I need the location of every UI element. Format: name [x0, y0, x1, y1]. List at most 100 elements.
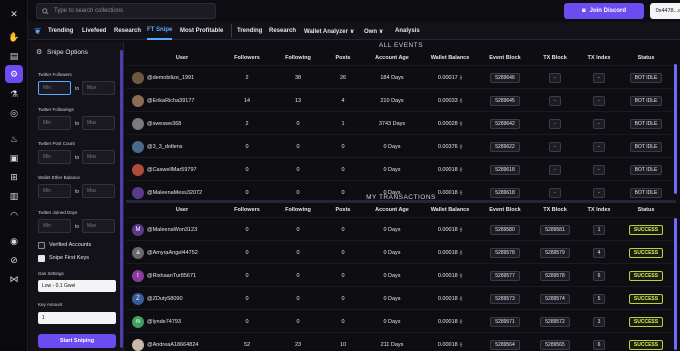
panel-scrollbar[interactable] [120, 50, 123, 348]
tx-index-chip[interactable]: 6 [593, 339, 605, 350]
block-icon[interactable]: ⊘ [6, 252, 22, 268]
event-block-chip[interactable]: 5289564 [490, 339, 520, 350]
username-link[interactable]: @ZDuty58090 [147, 296, 183, 302]
table-row[interactable]: @CaswellMar59797 0 0 0 0 Days 0.00018 ⟠ 5289618… [126, 157, 674, 180]
tab-most-profitable[interactable]: Most Profitable [180, 22, 223, 40]
avatar[interactable] [132, 94, 144, 107]
avatar[interactable]: a [132, 246, 144, 259]
avatar[interactable] [132, 338, 144, 351]
table-row[interactable]: @AndreaA18664824 52 23 10 211 Days 0.00018 ⟠ 52… [126, 332, 674, 351]
column-header-balance[interactable]: Wallet Balance [421, 203, 479, 217]
ether-balance-max-input[interactable]: Max [82, 184, 115, 198]
flask-icon[interactable]: ⚗ [6, 86, 22, 102]
tx-index-chip[interactable]: - [593, 164, 605, 175]
followers-max-input[interactable]: Max [82, 81, 115, 95]
column-header-event-block[interactable]: Event Block [479, 203, 531, 217]
followers-min-input[interactable]: Min [38, 81, 71, 95]
events-scrollbar[interactable] [674, 64, 677, 194]
table-row[interactable]: @ErikaRicha39177 14 13 4 210 Days 0.00033 ⟠ 528… [126, 88, 674, 111]
tx-block-chip[interactable]: - [549, 164, 561, 175]
tab-livefeed[interactable]: Livefeed [82, 22, 106, 40]
column-header-status[interactable]: Status [619, 203, 673, 217]
snipe-first-keys-checkbox[interactable] [38, 255, 45, 262]
post-count-min-input[interactable]: Min [38, 150, 71, 164]
column-header-user[interactable]: User [132, 203, 232, 217]
fire-icon[interactable]: ♨ [6, 131, 22, 147]
column-header-status[interactable]: Status [619, 51, 673, 65]
post-count-max-input[interactable]: Max [82, 150, 115, 164]
snipe-icon[interactable]: ⚙ [5, 65, 23, 83]
collection-icon[interactable]: ▤ [6, 48, 22, 64]
avatar[interactable] [132, 163, 144, 176]
search-input[interactable]: Type to search collections [54, 8, 123, 14]
tx-index-chip[interactable]: 5 [593, 293, 605, 304]
tx-block-chip[interactable]: 5289578 [540, 270, 570, 281]
tab-ft-snipe[interactable]: FT Snipe [147, 22, 173, 40]
globe-icon[interactable]: ◉ [6, 233, 22, 249]
avatar[interactable]: m [132, 315, 144, 328]
followings-min-input[interactable]: Min [38, 116, 71, 130]
column-header-age[interactable]: Account Age [363, 203, 421, 217]
tab-wallet-analyzer[interactable]: Wallet Analyzer ∨ [304, 22, 354, 40]
share-icon[interactable]: ⋈ [6, 271, 22, 287]
event-block-chip[interactable]: 5289622 [490, 141, 520, 152]
receipt-icon[interactable]: ▥ [6, 188, 22, 204]
search-box[interactable]: Type to search collections [36, 3, 216, 19]
username-link[interactable]: @lynde74793 [147, 319, 181, 325]
column-header-age[interactable]: Account Age [363, 51, 421, 65]
table-row[interactable]: @sweswe368 2 0 1 3743 Days 0.00028 ⟠ 5289642 - - B… [126, 111, 674, 134]
start-sniping-button[interactable]: Start Sniping [38, 334, 116, 348]
avatar[interactable] [132, 71, 144, 84]
joined-days-max-input[interactable]: Max [82, 219, 115, 233]
username-link[interactable]: @3_3_dotlens [147, 144, 183, 150]
verified-accounts-checkbox[interactable] [38, 242, 45, 249]
column-header-followers[interactable]: Followers [221, 203, 273, 217]
tx-block-chip[interactable]: - [549, 141, 561, 152]
column-header-following[interactable]: Following [273, 203, 323, 217]
tx-index-chip[interactable]: - [593, 72, 605, 83]
column-header-following[interactable]: Following [273, 51, 323, 65]
tab-research[interactable]: Research [114, 22, 141, 40]
tx-block-chip[interactable]: 5289581 [540, 224, 570, 235]
avatar[interactable] [132, 117, 144, 130]
ether-balance-min-input[interactable]: Min [38, 184, 71, 198]
transactions-scrollbar[interactable] [674, 218, 677, 350]
gas-settings-select[interactable]: Low - 0.1 Gwei [38, 280, 116, 292]
avatar[interactable]: Z [132, 292, 144, 305]
username-link[interactable]: @CaswellMar59797 [147, 167, 197, 173]
event-block-chip[interactable]: 5289571 [490, 316, 520, 327]
tx-index-chip[interactable]: - [593, 118, 605, 129]
column-header-posts[interactable]: Posts [323, 51, 363, 65]
username-link[interactable]: @MaleenaWon3123 [147, 227, 197, 233]
event-block-chip[interactable]: 5289578 [490, 247, 520, 258]
column-header-balance[interactable]: Wallet Balance [421, 51, 479, 65]
username-link[interactable]: @RishaanTur85671 [147, 273, 196, 279]
username-link[interactable]: @demobilize_1991 [147, 75, 194, 81]
column-header-tx-index[interactable]: TX Index [579, 203, 619, 217]
wallet-button[interactable]: 0x4478...d934 [650, 3, 680, 19]
table-row[interactable]: Z @ZDuty58090 0 0 0 0 Days 0.00018 ⟠ 5289573 5289… [126, 286, 674, 309]
table-row[interactable]: m @lynde74793 0 0 0 0 Days 0.00018 ⟠ 5289571 5289… [126, 309, 674, 332]
tx-index-chip[interactable]: - [593, 95, 605, 106]
event-block-chip[interactable]: 5289577 [490, 270, 520, 281]
event-block-chip[interactable]: 5289573 [490, 293, 520, 304]
tx-block-chip[interactable]: 5289572 [540, 316, 570, 327]
username-link[interactable]: @sweswe368 [147, 121, 181, 127]
column-header-posts[interactable]: Posts [323, 203, 363, 217]
tx-block-chip[interactable]: 5289579 [540, 247, 570, 258]
column-header-event-block[interactable]: Event Block [479, 51, 531, 65]
username-link[interactable]: @AndreaA18664824 [147, 342, 198, 348]
tx-block-chip[interactable]: - [549, 118, 561, 129]
table-row[interactable]: a @AmyraAngel44752 0 0 0 0 Days 0.00018 ⟠ 528957… [126, 240, 674, 263]
key-amount-input[interactable]: 1 [38, 312, 116, 324]
table-row[interactable]: t @RishaanTur85671 0 0 0 0 Days 0.00018 ⟠ 528957… [126, 263, 674, 286]
tx-block-chip[interactable]: - [549, 72, 561, 83]
column-header-tx-block[interactable]: TX Block [531, 203, 579, 217]
avatar[interactable]: M [132, 223, 144, 236]
tx-index-chip[interactable]: 4 [593, 247, 605, 258]
event-block-chip[interactable]: 5289646 [490, 72, 520, 83]
column-header-tx-index[interactable]: TX Index [579, 51, 619, 65]
username-link[interactable]: @AmyraAngel44752 [147, 250, 198, 256]
event-block-chip[interactable]: 5289580 [490, 224, 520, 235]
logo-icon[interactable]: ✕ [6, 6, 22, 22]
